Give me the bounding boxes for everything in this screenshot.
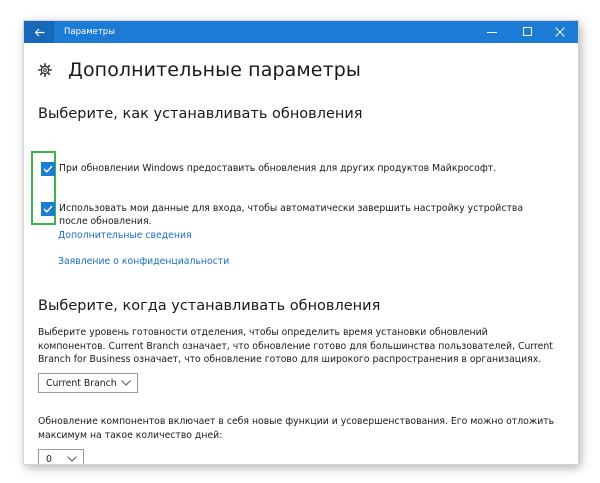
section-install-title: Выберите, как устанавливать обновления	[38, 106, 363, 122]
checkmark-icon	[43, 165, 53, 173]
branch-readiness-select[interactable]: Current Branch	[38, 373, 138, 393]
signin-data-checkbox[interactable]	[41, 202, 55, 216]
other-products-checkbox[interactable]	[41, 162, 55, 176]
maximize-button[interactable]	[510, 21, 546, 43]
settings-content: Дополнительные параметры Выберите, как у…	[24, 43, 578, 464]
feature-defer-description: Обновление компонентов включает в себя н…	[38, 416, 555, 441]
checkbox-row-other-products[interactable]: При обновлении Windows предоставить обно…	[38, 162, 529, 176]
window-title: Параметры	[64, 27, 115, 37]
back-arrow-icon	[34, 28, 44, 36]
defer-days-value: 0	[46, 453, 52, 465]
defer-days-select[interactable]: 0	[38, 449, 84, 464]
minimize-button[interactable]	[474, 21, 510, 43]
signin-data-label: Использовать мои данные для входа, чтобы…	[59, 203, 524, 227]
readiness-description: Выберите уровень готовности отделения, ч…	[38, 327, 553, 366]
checkmark-icon	[43, 205, 53, 213]
checkbox-row-signin[interactable]: Использовать мои данные для входа, чтобы…	[38, 202, 547, 228]
privacy-statement-link[interactable]: Заявление о конфиденциальности	[58, 256, 229, 267]
more-info-link[interactable]: Дополнительные сведения	[58, 230, 192, 241]
chevron-down-icon	[121, 380, 131, 386]
back-button[interactable]	[24, 21, 54, 43]
gear-icon	[38, 63, 52, 77]
title-bar: Параметры	[24, 21, 578, 43]
settings-window: Параметры Дополнительные параметры Выбер…	[24, 21, 578, 464]
maximize-icon	[523, 27, 532, 36]
chevron-down-icon	[67, 456, 77, 462]
minimize-icon	[487, 32, 497, 33]
close-icon	[555, 27, 565, 37]
page-title: Дополнительные параметры	[68, 59, 362, 81]
page-header: Дополнительные параметры	[38, 59, 361, 81]
other-products-label: При обновлении Windows предоставить обно…	[59, 163, 497, 174]
close-button[interactable]	[542, 21, 578, 43]
branch-readiness-value: Current Branch	[46, 377, 117, 389]
section-when-title: Выберите, когда устанавливать обновления	[38, 298, 381, 314]
